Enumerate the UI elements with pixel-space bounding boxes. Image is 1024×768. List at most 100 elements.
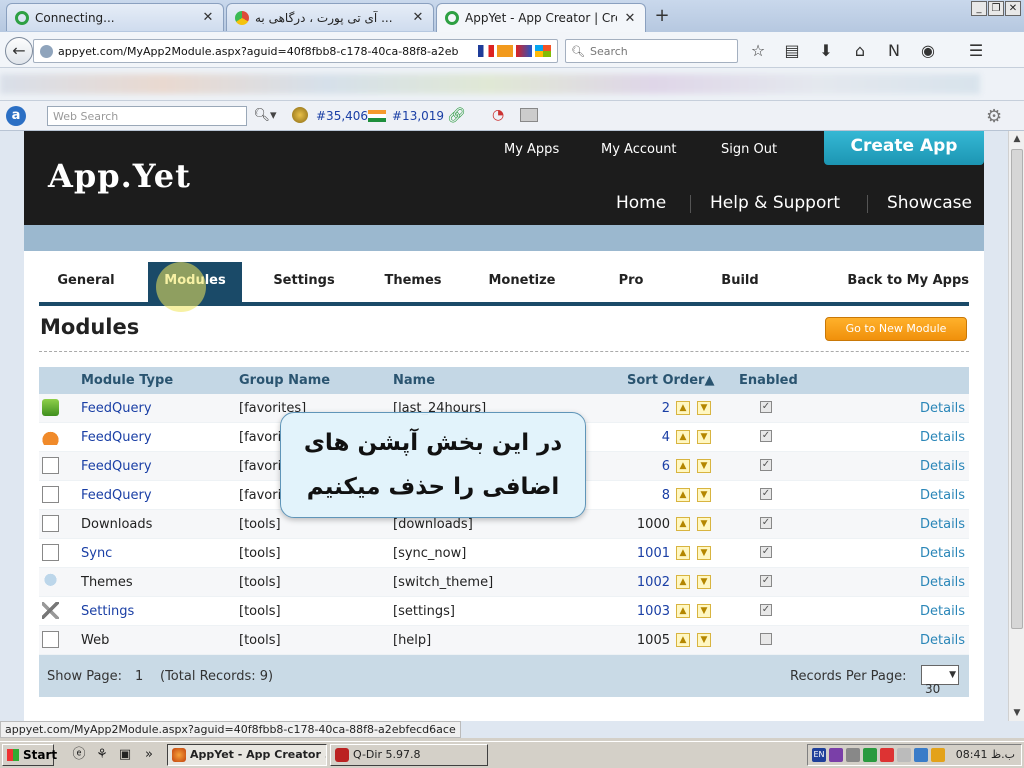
move-up-icon[interactable]: ▲ xyxy=(676,401,690,415)
chevron-right-icon[interactable]: » xyxy=(140,746,158,764)
flag-icon[interactable] xyxy=(478,45,494,57)
new-tab-icon[interactable]: + xyxy=(652,6,672,26)
move-down-icon[interactable]: ▼ xyxy=(697,633,711,647)
home-icon[interactable]: ⌂ xyxy=(848,40,872,62)
language-indicator[interactable]: EN xyxy=(812,748,826,762)
web-search-input[interactable]: Web Search xyxy=(47,106,247,126)
module-type-cell[interactable]: FeedQuery xyxy=(81,488,152,503)
move-down-icon[interactable]: ▼ xyxy=(697,517,711,531)
browser-tab-3[interactable]: AppYet - App Creator | Creat... ✕ xyxy=(436,3,646,32)
volume-icon[interactable] xyxy=(897,748,911,762)
module-type-cell[interactable]: FeedQuery xyxy=(81,459,152,474)
web-search-button[interactable]: 🔍︎▾ xyxy=(249,106,281,126)
world-rank[interactable]: #35,406 xyxy=(316,109,368,123)
scroll-down-icon[interactable]: ▼ xyxy=(1009,705,1024,721)
gear-icon[interactable]: ⚙ xyxy=(986,106,1002,127)
addon-n-icon[interactable]: N xyxy=(882,40,906,62)
move-up-icon[interactable]: ▲ xyxy=(676,430,690,444)
taskbar-item-appyet[interactable]: AppYet - App Creator ... xyxy=(167,744,327,766)
details-link[interactable]: Details xyxy=(920,604,965,619)
close-icon[interactable]: ✕ xyxy=(623,11,637,26)
move-up-icon[interactable]: ▲ xyxy=(676,633,690,647)
iis-icon[interactable] xyxy=(516,45,532,57)
enabled-checkbox[interactable]: ✓ xyxy=(760,488,772,500)
vertical-scrollbar[interactable]: ▲ ▼ xyxy=(1008,131,1024,721)
chrome-extension-icon[interactable]: ◉ xyxy=(916,40,940,62)
quicklaunch-icon[interactable]: ⚘ xyxy=(93,746,111,764)
column-group-name[interactable]: Group Name xyxy=(239,373,330,388)
minimize-icon[interactable]: _ xyxy=(971,1,987,16)
move-down-icon[interactable]: ▼ xyxy=(697,575,711,589)
taskbar-item-qdir[interactable]: Q-Dir 5.97.8 xyxy=(330,744,488,766)
records-per-page-select[interactable]: 30 ▼ xyxy=(921,665,959,696)
move-up-icon[interactable]: ▲ xyxy=(676,459,690,473)
site-logo[interactable]: App.Yet xyxy=(48,157,191,195)
tray-icon[interactable] xyxy=(914,748,928,762)
close-icon[interactable]: ✕ xyxy=(201,10,215,25)
close-window-icon[interactable]: ✕ xyxy=(1005,1,1021,16)
ie-icon[interactable]: ⓔ xyxy=(70,746,88,764)
tray-icon[interactable] xyxy=(829,748,843,762)
move-up-icon[interactable]: ▲ xyxy=(676,488,690,502)
nav-showcase[interactable]: Showcase xyxy=(887,193,972,213)
tab-themes[interactable]: Themes xyxy=(366,262,460,302)
back-icon[interactable]: ← xyxy=(5,37,33,65)
enabled-checkbox[interactable]: ✓ xyxy=(760,459,772,471)
link-icon[interactable]: 🔗︎ xyxy=(447,106,466,124)
module-type-cell[interactable]: Settings xyxy=(81,604,134,619)
move-up-icon[interactable]: ▲ xyxy=(676,546,690,560)
scroll-up-icon[interactable]: ▲ xyxy=(1009,131,1024,147)
nav-help-support[interactable]: Help & Support xyxy=(710,193,840,213)
column-sort-order[interactable]: Sort Order▲ xyxy=(627,373,714,388)
tab-monetize[interactable]: Monetize xyxy=(475,262,569,302)
module-type-cell[interactable]: Sync xyxy=(81,546,112,561)
move-up-icon[interactable]: ▲ xyxy=(676,517,690,531)
restore-icon[interactable]: ❐ xyxy=(988,1,1004,16)
wayback-icon[interactable]: ◔ xyxy=(492,107,504,123)
enabled-checkbox[interactable]: ✓ xyxy=(760,517,772,529)
enabled-checkbox[interactable]: ✓ xyxy=(760,575,772,587)
country-rank[interactable]: #13,019 xyxy=(392,109,444,123)
contact-card-icon[interactable] xyxy=(520,108,538,122)
clipboard-icon[interactable]: ▤ xyxy=(780,40,804,62)
move-down-icon[interactable]: ▼ xyxy=(697,459,711,473)
move-down-icon[interactable]: ▼ xyxy=(697,546,711,560)
scroll-thumb[interactable] xyxy=(1011,149,1023,629)
go-to-new-module-button[interactable]: Go to New Module xyxy=(825,317,967,341)
start-button[interactable]: Start xyxy=(2,744,57,766)
quicklaunch-icon[interactable]: ▣ xyxy=(116,746,134,764)
details-link[interactable]: Details xyxy=(920,430,965,445)
move-up-icon[interactable]: ▲ xyxy=(676,575,690,589)
tray-icon[interactable] xyxy=(863,748,877,762)
top-link-sign-out[interactable]: Sign Out xyxy=(721,142,777,157)
top-link-my-account[interactable]: My Account xyxy=(601,142,677,157)
tray-icon[interactable] xyxy=(880,748,894,762)
details-link[interactable]: Details xyxy=(920,575,965,590)
details-link[interactable]: Details xyxy=(920,401,965,416)
create-app-button[interactable]: Create App xyxy=(824,131,984,165)
details-link[interactable]: Details xyxy=(920,633,965,648)
chart-icon[interactable] xyxy=(497,45,513,57)
move-down-icon[interactable]: ▼ xyxy=(697,430,711,444)
move-up-icon[interactable]: ▲ xyxy=(676,604,690,618)
browser-tab-2[interactable]: آی تی پورت ، درگاهی به ... ✕ xyxy=(226,3,434,31)
tab-back-to-my-apps[interactable]: Back to My Apps xyxy=(839,262,969,302)
tab-pro[interactable]: Pro xyxy=(584,262,678,302)
close-icon[interactable]: ✕ xyxy=(411,10,425,25)
column-name[interactable]: Name xyxy=(393,373,435,388)
move-down-icon[interactable]: ▼ xyxy=(697,488,711,502)
enabled-checkbox[interactable]: ✓ xyxy=(760,401,772,413)
nav-home[interactable]: Home xyxy=(616,193,666,213)
tab-settings[interactable]: Settings xyxy=(257,262,351,302)
tab-build[interactable]: Build xyxy=(693,262,787,302)
tray-icon[interactable] xyxy=(846,748,860,762)
address-bar[interactable]: appyet.com/MyApp2Module.aspx?aguid=40f8f… xyxy=(33,39,558,63)
enabled-checkbox[interactable]: ✓ xyxy=(760,604,772,616)
details-link[interactable]: Details xyxy=(920,517,965,532)
column-enabled[interactable]: Enabled xyxy=(739,373,798,388)
details-link[interactable]: Details xyxy=(920,459,965,474)
details-link[interactable]: Details xyxy=(920,488,965,503)
bookmark-star-icon[interactable]: ☆ xyxy=(746,40,770,62)
module-type-cell[interactable]: FeedQuery xyxy=(81,401,152,416)
menu-icon[interactable]: ☰ xyxy=(964,40,988,62)
